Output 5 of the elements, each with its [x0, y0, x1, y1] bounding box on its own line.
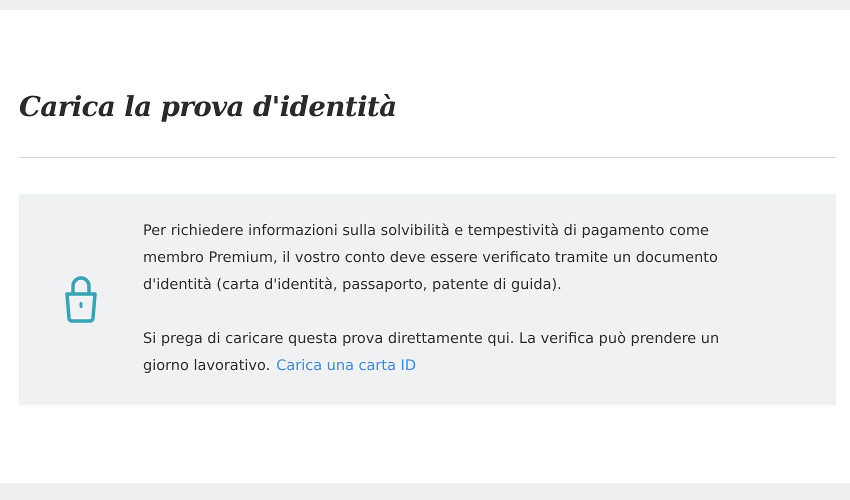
page-title: Carica la prova d'identità	[19, 90, 398, 125]
notice-paragraph: Per richiedere informazioni sulla solvibilità e tempestività di pagamento come membro Premium, il vostro conto deve essere verificato tramite un documento d'identità (carta d'identità, passaporto, patente di guida).	[143, 222, 719, 295]
notice-paragraph: Si prega di caricare questa prova direttamente qui. La verifica può prendere un giorno lavorativo. Carica una carta ID	[143, 330, 720, 376]
lock-icon	[64, 275, 98, 323]
upload-id-link[interactable]: Carica una carta ID	[276, 358, 416, 374]
